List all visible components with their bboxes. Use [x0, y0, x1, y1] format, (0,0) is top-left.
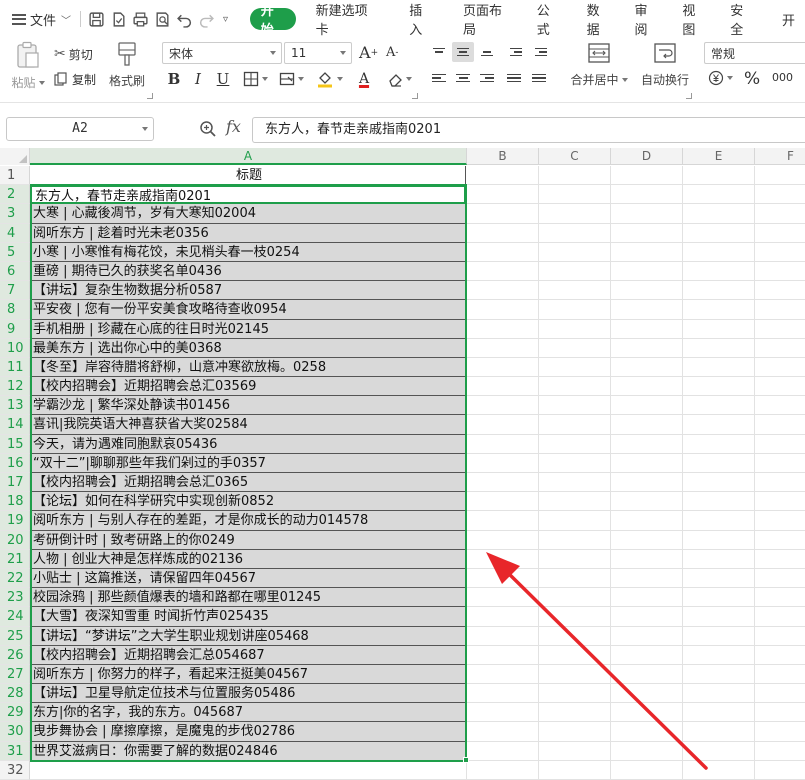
divider [80, 11, 82, 27]
align-center-button[interactable] [452, 68, 474, 88]
align-top-button[interactable] [428, 42, 450, 62]
font-name-select[interactable]: 宋体 [162, 42, 282, 64]
format-painter-button[interactable]: 格式刷 [107, 41, 147, 93]
number-format-value: 常规 [711, 46, 736, 61]
borders-button[interactable] [240, 69, 270, 89]
insert-function-button[interactable]: fx [226, 117, 241, 136]
align-bottom-button[interactable] [476, 42, 498, 62]
formula-input[interactable]: 东方人，春节走亲戚指南0201 [252, 117, 805, 143]
formula-bar: A2 fx 东方人，春节走亲戚指南0201 [0, 102, 805, 148]
merge-center-button[interactable]: 合并居中 [568, 42, 630, 90]
format-painter-label: 格式刷 [108, 74, 145, 88]
italic-button[interactable]: I [190, 69, 206, 89]
distributed-align-button[interactable] [528, 68, 550, 88]
print-preview-icon[interactable] [151, 7, 173, 31]
red-annotation-arrow [486, 552, 708, 770]
cell-style-icon [279, 72, 294, 86]
tab-developer[interactable]: 开 [772, 8, 805, 30]
name-box[interactable]: A2 [6, 117, 154, 141]
align-right-button[interactable] [476, 68, 498, 88]
chevron-down-icon [336, 77, 343, 81]
tab-formulas[interactable]: 公式 [527, 4, 571, 38]
merge-center-label: 合并居中 [570, 73, 619, 87]
decrease-indent-button[interactable] [505, 42, 527, 62]
chevron-down-icon [261, 77, 268, 81]
chevron-down-icon [621, 77, 628, 82]
format-painter-icon [118, 42, 136, 66]
name-box-value: A2 [72, 121, 88, 136]
chevron-down-icon [405, 77, 412, 81]
merge-cells-icon [588, 43, 610, 63]
chevron-down-icon: ﹀ [61, 15, 72, 27]
font-name-value: 宋体 [169, 46, 194, 61]
paint-bucket-icon [317, 72, 332, 88]
font-size-value: 11 [291, 46, 307, 60]
chevron-down-icon [142, 127, 148, 131]
tab-data[interactable]: 数据 [577, 4, 621, 38]
currency-button[interactable] [708, 70, 733, 86]
chevron-down-icon [727, 76, 733, 80]
cut-button[interactable]: ✂ 剪切 [54, 44, 93, 64]
fill-color-button[interactable] [312, 69, 346, 89]
bold-button[interactable]: B [165, 69, 183, 89]
file-menu-label: 文件 [30, 13, 57, 29]
hamburger-icon [12, 13, 26, 25]
scissors-icon: ✂ [54, 46, 66, 62]
copy-icon [54, 72, 67, 86]
cut-label: 剪切 [68, 47, 93, 62]
align-middle-button[interactable] [452, 42, 474, 62]
percent-button[interactable]: % [744, 69, 760, 89]
chevron-down-icon [297, 77, 304, 81]
tab-page-layout[interactable]: 页面布局 [453, 4, 521, 38]
spreadsheet-grid[interactable]: A B C D E F 1 标题 2 东方人，春节走亲戚指南0201 3 大寒 | 心藏後… [0, 148, 805, 780]
chevron-down-icon [38, 80, 45, 85]
tab-view[interactable]: 视图 [672, 4, 716, 38]
paste-label: 粘贴 [11, 76, 36, 90]
tab-security[interactable]: 安全 [720, 4, 764, 38]
font-color-icon: A [358, 71, 370, 87]
copy-button[interactable]: 复制 [54, 69, 96, 89]
paste-icon [17, 41, 39, 68]
save-icon[interactable] [85, 7, 107, 31]
zoom-icon[interactable] [199, 120, 217, 138]
borders-icon [243, 71, 258, 87]
wrap-text-label: 自动换行 [640, 73, 689, 87]
currency-icon [708, 70, 724, 86]
font-color-button[interactable]: A [350, 69, 378, 89]
increase-font-size-button[interactable]: A + [359, 43, 378, 62]
eraser-icon [388, 74, 402, 87]
redo-icon[interactable] [195, 7, 217, 31]
undo-icon[interactable] [173, 7, 195, 31]
tab-new[interactable]: 新建选项卡 [306, 4, 386, 38]
customize-toolbar-icon[interactable]: ▿ [217, 7, 234, 31]
menu-bar: 文件 ﹀ ▿ 开始 新建选项卡 插入 页面布局 公式 数据 审阅 视图 安全 开 [0, 0, 805, 38]
underline-button[interactable]: U [214, 69, 232, 89]
chevron-down-icon [340, 51, 346, 55]
thousands-separator-button[interactable]: 000 [772, 71, 793, 84]
clipboard-dialog-launcher[interactable] [147, 93, 153, 99]
wrap-text-button[interactable]: 自动换行 [637, 42, 693, 90]
tab-insert[interactable]: 插入 [399, 4, 443, 38]
cell-style-button[interactable] [276, 69, 306, 89]
copy-label: 复制 [72, 72, 97, 87]
print-icon[interactable] [129, 7, 151, 31]
tab-home[interactable]: 开始 [249, 4, 296, 38]
decrease-font-size-button[interactable]: A- [386, 45, 398, 60]
font-size-select[interactable]: 11 [284, 42, 352, 64]
alignment-dialog-launcher[interactable] [686, 93, 692, 99]
increase-indent-button[interactable] [530, 42, 552, 62]
align-left-button[interactable] [428, 68, 450, 88]
ribbon: 粘贴 ✂ 剪切 复制 格式刷 宋体 11 A + A- B I U A 合并居中… [0, 38, 805, 102]
number-format-select[interactable]: 常规 [704, 42, 805, 64]
tab-review[interactable]: 审阅 [624, 4, 668, 38]
clear-format-button[interactable] [385, 69, 413, 89]
file-menu[interactable]: 文件 ﹀ [0, 0, 76, 38]
wrap-text-icon [654, 43, 676, 63]
font-dialog-launcher[interactable] [412, 93, 418, 99]
paste-button[interactable]: 粘贴 [8, 41, 48, 93]
export-pdf-icon[interactable] [107, 7, 129, 31]
chevron-down-icon [270, 51, 276, 55]
justify-button[interactable] [503, 68, 525, 88]
